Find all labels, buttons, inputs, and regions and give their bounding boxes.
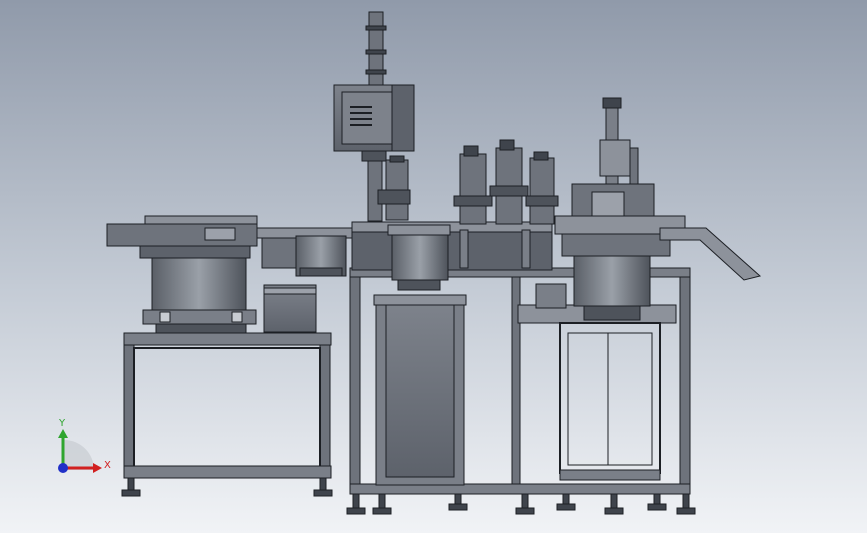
machine-drawing: Y X bbox=[58, 11, 762, 515]
y-axis-label: Y bbox=[58, 418, 66, 429]
linear-feeder bbox=[256, 227, 353, 333]
cad-viewport[interactable]: Y X bbox=[0, 0, 867, 533]
left-table bbox=[121, 332, 333, 497]
assembly-stations bbox=[351, 139, 567, 309]
right-feeder bbox=[554, 97, 762, 321]
left-vibratory-bowl bbox=[106, 215, 258, 334]
x-axis-label: X bbox=[104, 460, 111, 471]
axis-triad bbox=[58, 429, 102, 473]
